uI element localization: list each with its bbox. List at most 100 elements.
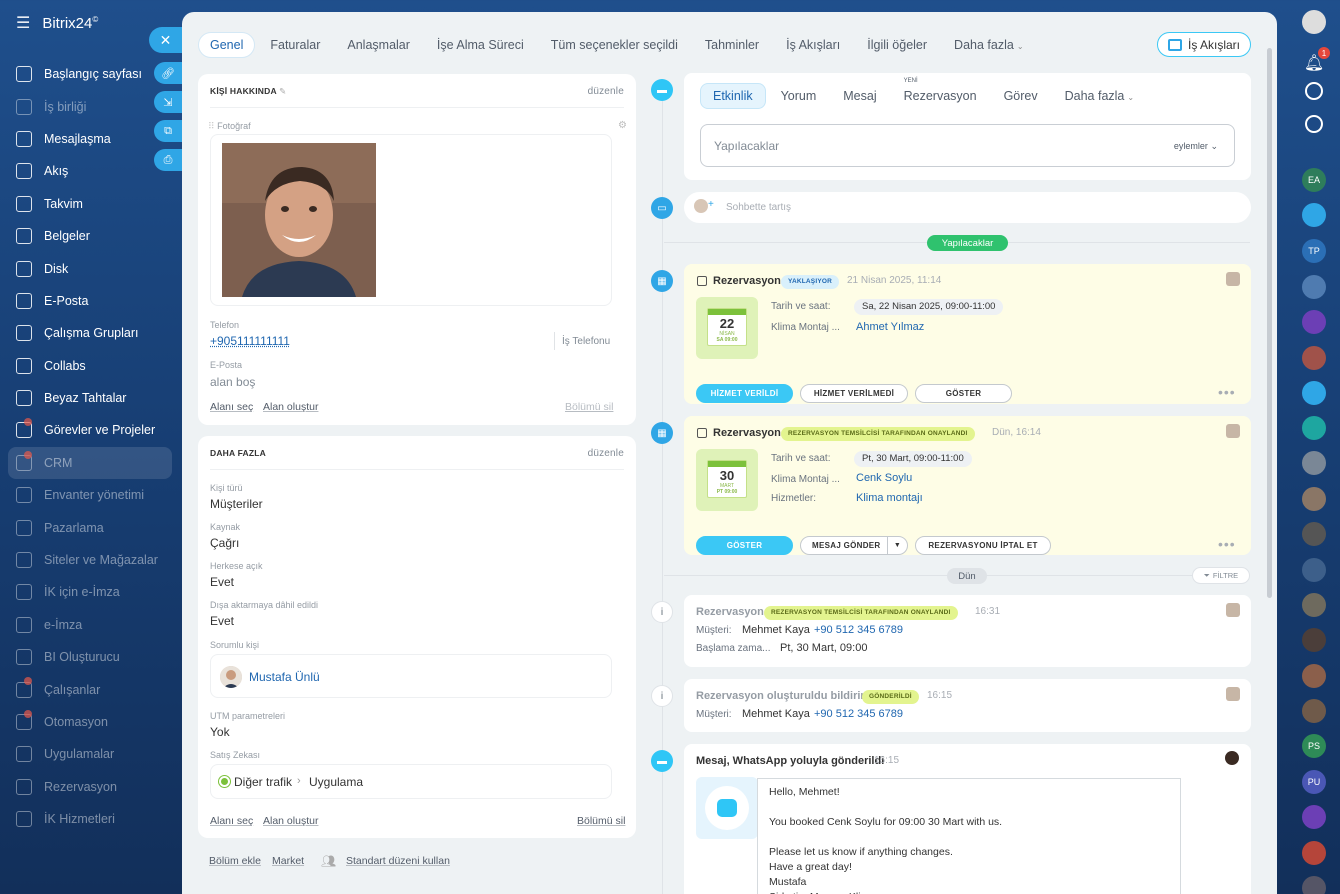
avatar-pu[interactable]: PU <box>1302 770 1326 794</box>
editor-tab[interactable]: Görev <box>1004 89 1038 103</box>
sidebar-item[interactable]: İK Hizmetleri <box>8 803 172 835</box>
editor-tab[interactable]: Mesaj <box>843 89 876 103</box>
more-icon[interactable]: ••• <box>1218 536 1236 552</box>
user-avatar[interactable] <box>1302 10 1326 34</box>
avatar-photo[interactable] <box>1302 593 1326 617</box>
tab[interactable]: İlgili öğeler <box>867 38 927 52</box>
tab[interactable]: İşe Alma Süreci <box>437 38 524 52</box>
pencil-icon[interactable]: ✎ <box>279 86 286 96</box>
tab[interactable]: Genel <box>198 32 256 58</box>
tab[interactable]: İş Akışları <box>786 38 840 52</box>
sidebar-item[interactable]: E-Posta <box>8 285 172 317</box>
sidebar-item[interactable]: Görevler ve Projeler <box>8 414 172 446</box>
resource-value[interactable]: Cenk Soylu <box>856 472 912 484</box>
minimize-button[interactable]: ⇲ <box>154 91 182 113</box>
group-avatar[interactable] <box>1302 841 1326 865</box>
editor-tab[interactable]: Yorum <box>781 89 817 103</box>
gear-icon[interactable]: ⚙ <box>618 120 627 131</box>
email-value[interactable]: alan boş <box>210 375 255 389</box>
delete-section-link[interactable]: Bölümü sil <box>577 815 625 827</box>
copy-link-button[interactable]: 🔗︎ <box>154 62 182 84</box>
responsible-name[interactable]: Mustafa Ünlü <box>249 670 320 684</box>
group-avatar[interactable] <box>1302 451 1326 475</box>
service-not-done-button[interactable]: HİZMET VERİLMEDİ <box>800 384 908 403</box>
avatar-photo[interactable] <box>1302 487 1326 511</box>
more-icon[interactable]: ••• <box>1218 384 1236 400</box>
close-slider-button[interactable]: ✕ <box>149 27 182 53</box>
avatar-photo[interactable] <box>1302 558 1326 582</box>
bookmark-avatar[interactable] <box>1302 381 1326 405</box>
sidebar-item[interactable]: Çalışanlar <box>8 673 172 705</box>
sidebar-item[interactable]: CRM <box>8 446 172 480</box>
copilot-avatar[interactable] <box>1302 310 1326 334</box>
avatar-tp[interactable]: TP <box>1302 239 1326 263</box>
tab[interactable]: Tahminler <box>705 38 759 52</box>
sidebar-item[interactable]: Çalışma Grupları <box>8 317 172 349</box>
sidebar-item[interactable]: Mesajlaşma <box>8 123 172 155</box>
menu-icon[interactable]: ☰ <box>16 13 30 33</box>
services-value[interactable]: Klima montajı <box>856 492 923 504</box>
scrollbar[interactable] <box>1267 48 1272 598</box>
responsible-field[interactable]: Mustafa Ünlü <box>210 654 612 698</box>
sidebar-item[interactable]: Başlangıç sayfası <box>8 58 172 90</box>
avatar-ps[interactable]: PS <box>1302 734 1326 758</box>
edit-link[interactable]: düzenle <box>588 448 624 459</box>
actions-dropdown[interactable]: eylemler ⌄ <box>1174 141 1218 152</box>
copilot-icon[interactable] <box>1305 82 1323 100</box>
complete-checkbox[interactable] <box>697 276 707 286</box>
edit-link[interactable]: düzenle <box>588 86 624 97</box>
avatar-photo[interactable] <box>1302 876 1326 894</box>
sidebar-item[interactable]: Disk <box>8 252 172 284</box>
contact-photo[interactable] <box>222 143 376 297</box>
send-message-button[interactable]: MESAJ GÖNDER ▼ <box>800 536 908 555</box>
sidebar-item[interactable]: Akış <box>8 155 172 187</box>
phone-value[interactable]: +905111111111 <box>210 334 290 348</box>
chat-search-icon[interactable] <box>1305 115 1323 133</box>
avatar-photo[interactable] <box>1302 275 1326 299</box>
create-field-link[interactable]: Alan oluştur <box>263 815 318 827</box>
sidebar-item[interactable]: BI Oluşturucu <box>8 641 172 673</box>
workflows-button[interactable]: İş Akışları <box>1157 32 1251 57</box>
avatar-photo[interactable] <box>1302 346 1326 370</box>
sidebar-item[interactable]: e-İmza <box>8 609 172 641</box>
app-logo[interactable]: ☰ Bitrix24© <box>16 13 98 33</box>
client-phone[interactable]: +90 512 345 6789 <box>814 708 903 720</box>
standard-layout-link[interactable]: Standart düzeni kullan <box>346 855 450 867</box>
avatar-photo[interactable] <box>1302 522 1326 546</box>
chat-discuss-field[interactable]: + Sohbette tartış <box>684 192 1251 223</box>
tab[interactable]: Faturalar <box>270 38 320 52</box>
drag-handle-icon[interactable]: ⠿ <box>208 121 215 131</box>
notifications-button[interactable]: 🔔︎ 1 <box>1302 47 1330 75</box>
resource-value[interactable]: Ahmet Yılmaz <box>856 321 924 333</box>
tab[interactable]: Daha fazla ⌄ <box>954 38 1023 52</box>
sidebar-item[interactable]: Siteler ve Mağazalar <box>8 544 172 576</box>
sidebar-item[interactable]: Pazarlama <box>8 511 172 543</box>
avatar-photo[interactable] <box>1302 664 1326 688</box>
sidebar-item[interactable]: Belgeler <box>8 220 172 252</box>
tab[interactable]: Anlaşmalar <box>347 38 410 52</box>
sidebar-item[interactable]: İK için e-İmza <box>8 576 172 608</box>
market-link[interactable]: Market <box>272 855 304 867</box>
sales-intel-field[interactable]: Diğer trafik › Uygulama <box>210 764 612 799</box>
add-section-link[interactable]: Bölüm ekle <box>209 855 261 867</box>
editor-tab[interactable]: YENİ Rezervasyon <box>904 78 977 103</box>
complete-checkbox[interactable] <box>697 428 707 438</box>
copilot-avatar[interactable] <box>1302 805 1326 829</box>
tab[interactable]: Tüm seçenekler seçildi <box>551 38 678 52</box>
chat-avatar[interactable] <box>1302 203 1326 227</box>
sidebar-item[interactable]: Beyaz Tahtalar <box>8 382 172 414</box>
editor-tab[interactable]: Daha fazla ⌄ <box>1065 89 1134 103</box>
create-field-link[interactable]: Alan oluştur <box>263 401 318 413</box>
sidebar-item[interactable]: Envanter yönetimi <box>8 479 172 511</box>
sidebar-item[interactable]: Uygulamalar <box>8 738 172 770</box>
show-button[interactable]: GÖSTER <box>696 536 793 555</box>
photo-field[interactable] <box>210 134 612 306</box>
sidebar-item[interactable]: Rezervasyon <box>8 771 172 803</box>
sidebar-item[interactable]: Collabs <box>8 350 172 382</box>
open-new-window-button[interactable]: ⧉ <box>154 120 182 142</box>
client-phone[interactable]: +90 512 345 6789 <box>814 624 903 636</box>
select-field-link[interactable]: Alanı seç <box>210 401 253 413</box>
caret-down-icon[interactable]: ▼ <box>887 537 907 554</box>
sidebar-item[interactable]: Otomasyon <box>8 706 172 738</box>
sidebar-item[interactable]: Takvim <box>8 188 172 220</box>
